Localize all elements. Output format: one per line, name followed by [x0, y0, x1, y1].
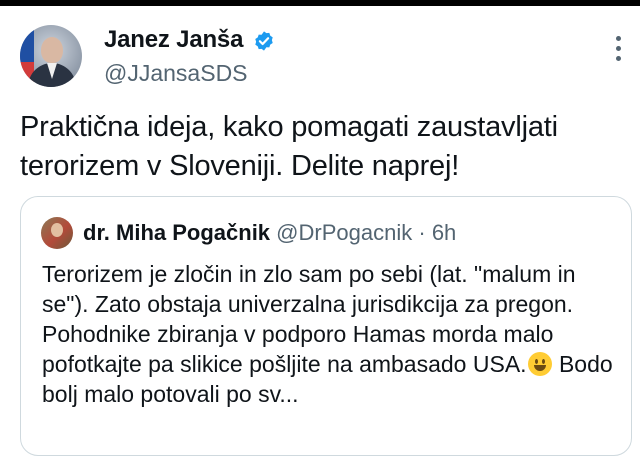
quoted-tweet-card[interactable]: dr. Miha Pogačnik @DrPogacnik · 6h Teror… [20, 196, 632, 456]
quoted-separator: · [418, 220, 426, 245]
quoted-text-part-1: Terorizem je zločin in zlo sam po sebi (… [42, 261, 576, 377]
quoted-tweet-header: dr. Miha Pogačnik @DrPogacnik · 6h [83, 217, 456, 249]
grinning-face-icon [527, 352, 552, 376]
quoted-avatar-face [51, 223, 63, 237]
quoted-author-name: dr. Miha Pogačnik [83, 220, 271, 245]
quoted-author-avatar [41, 217, 73, 249]
avatar-head [41, 37, 63, 63]
tweet-text: Praktična ideja, kako pomagati zaustavlj… [20, 111, 558, 182]
more-dot [616, 36, 621, 41]
quoted-time: 6h [431, 220, 457, 245]
more-options-icon[interactable] [615, 36, 623, 66]
more-dot [616, 56, 621, 61]
top-status-strip [0, 0, 640, 6]
emoji-mouth [533, 365, 546, 371]
verified-badge-icon [255, 31, 273, 51]
author-avatar[interactable] [20, 25, 82, 87]
quoted-tweet-text: Terorizem je zločin in zlo sam po sebi (… [42, 259, 622, 409]
more-dot [616, 46, 621, 51]
author-handle[interactable]: @JJansaSDS [104, 60, 248, 87]
author-name[interactable]: Janez Janša [104, 26, 243, 54]
quoted-author-handle: @DrPogacnik [276, 220, 413, 245]
